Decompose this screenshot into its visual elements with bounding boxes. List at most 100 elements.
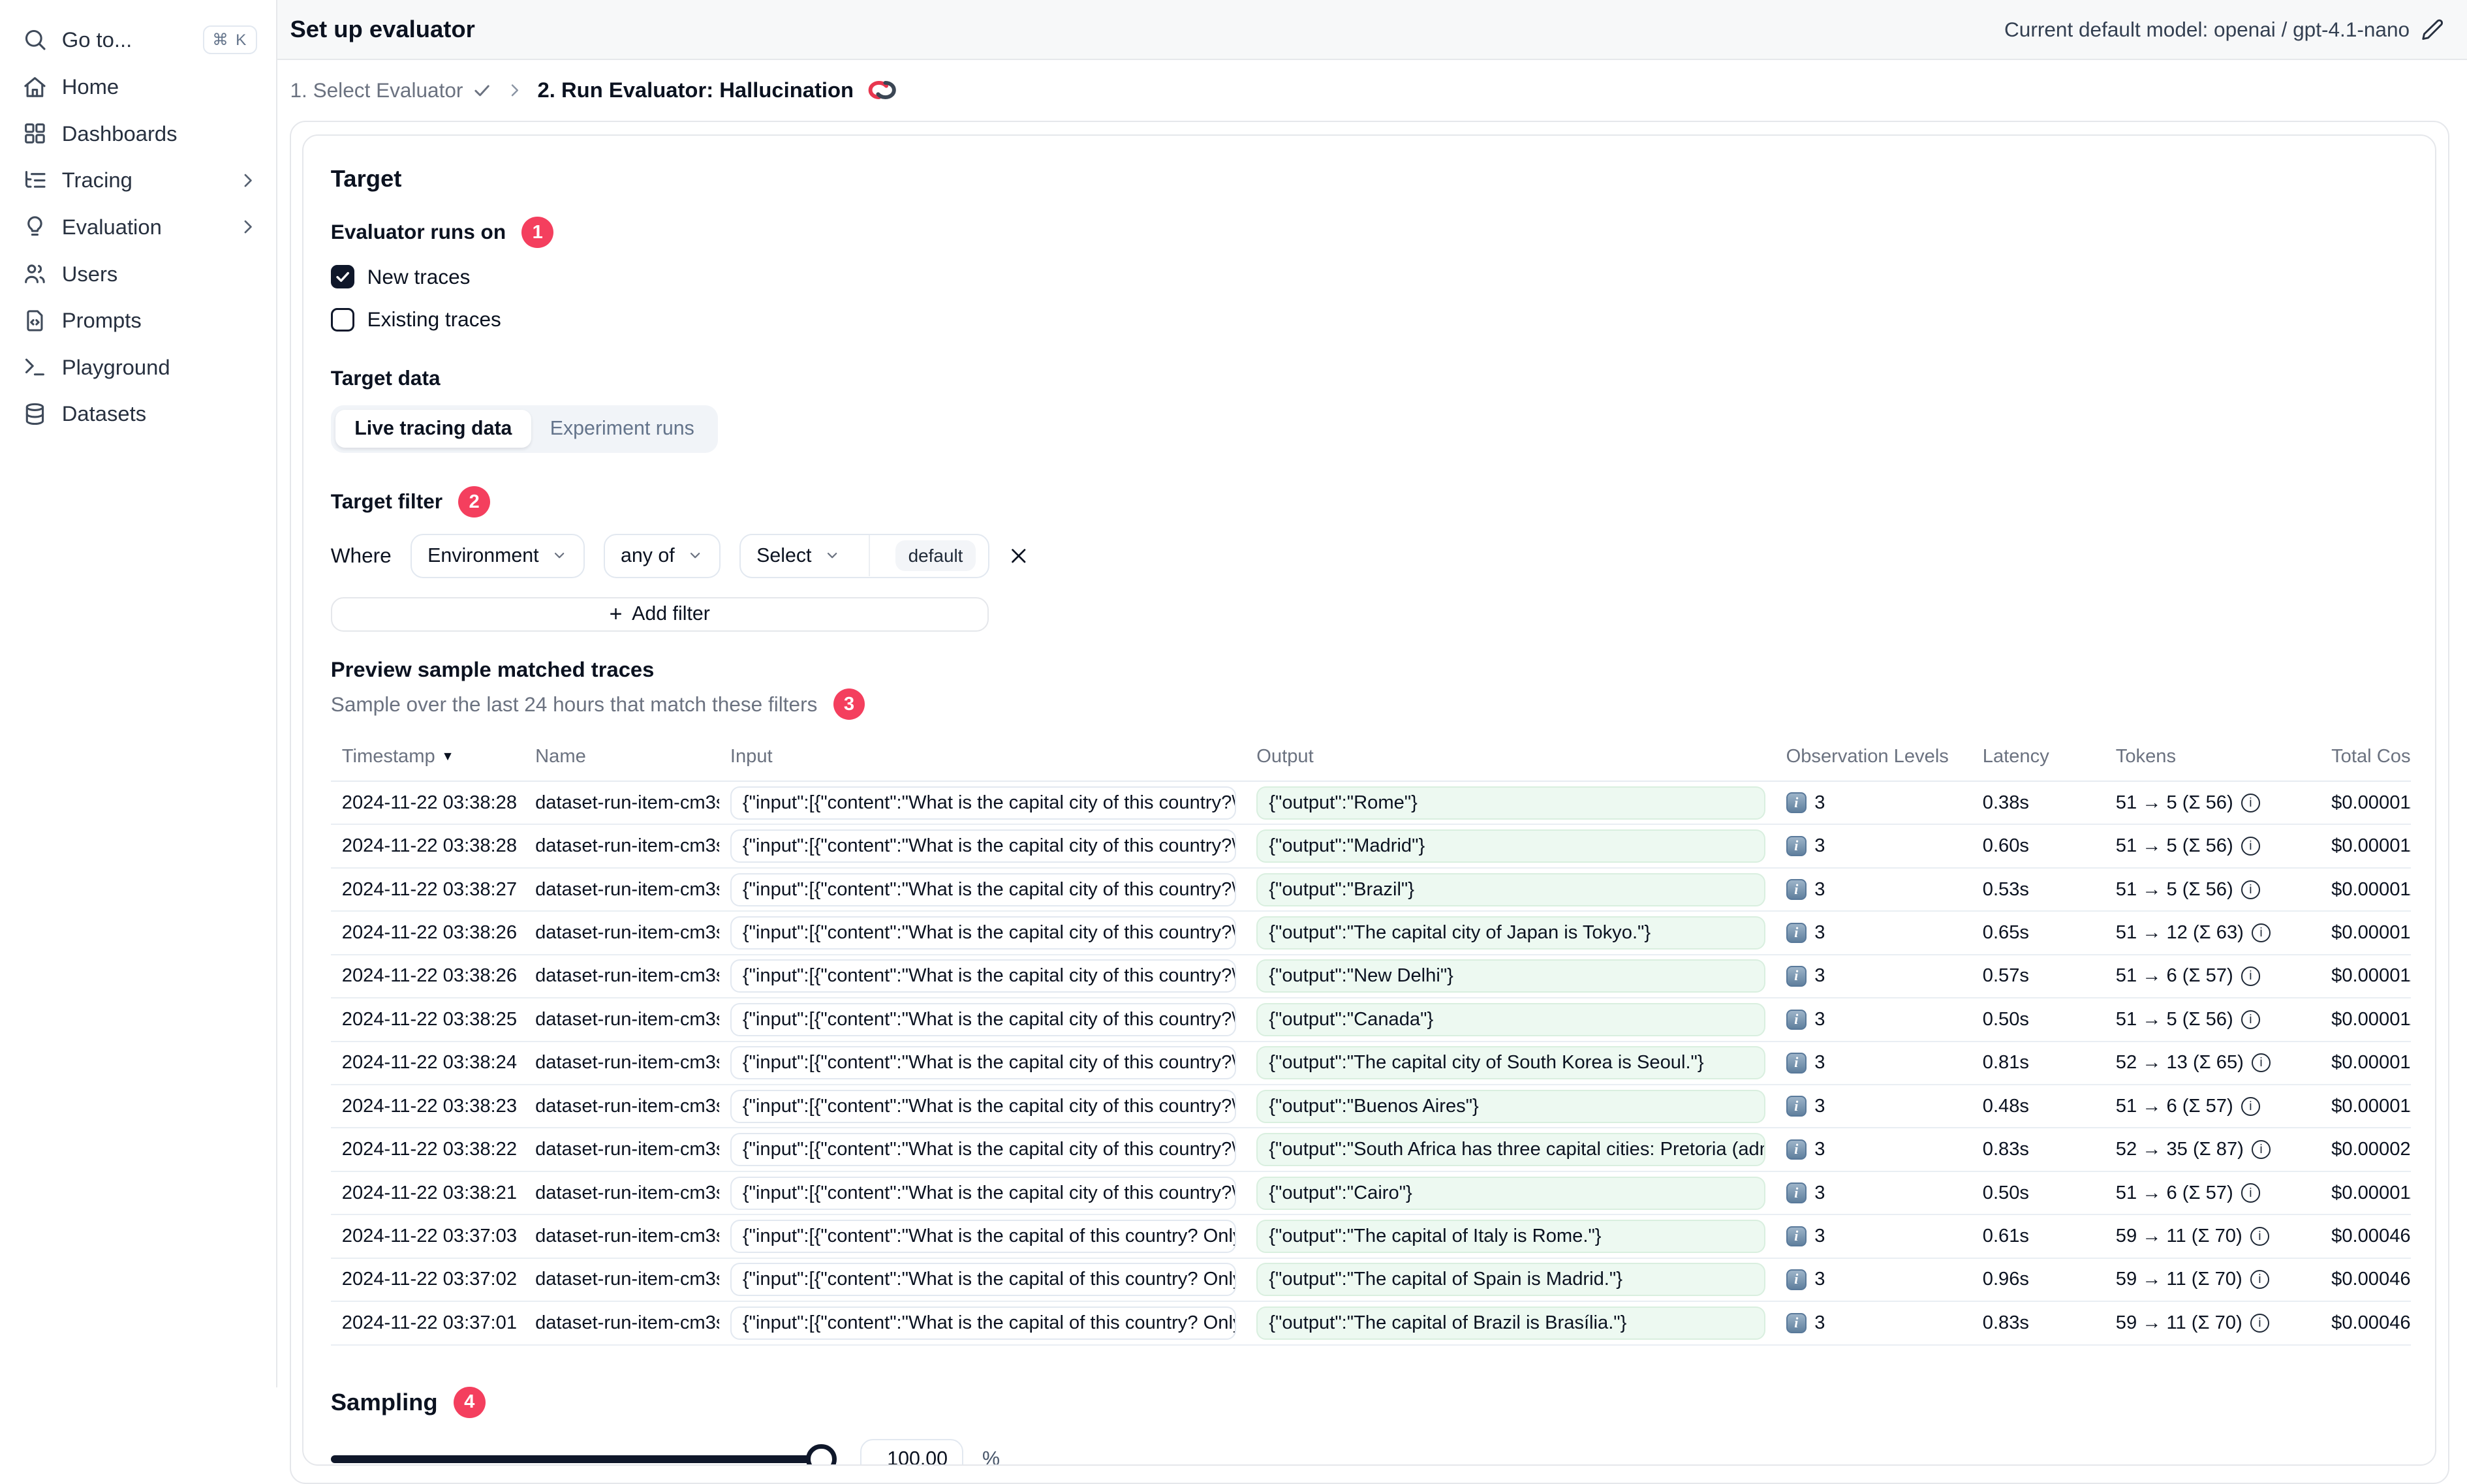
cell-timestamp: 2024-11-22 03:38:23: [341, 1095, 518, 1117]
tab-live-tracing-data[interactable]: Live tracing data: [335, 410, 531, 448]
cell-output[interactable]: {"output":"Cairo"}: [1256, 1176, 1765, 1210]
cell-total-cost: $0.000011 (: [2331, 1182, 2410, 1203]
token-info-icon[interactable]: i: [2241, 1096, 2260, 1116]
token-info-icon[interactable]: i: [2241, 793, 2260, 812]
column-header-latency[interactable]: Latency: [1972, 746, 2105, 767]
search-icon: [22, 27, 48, 52]
sidebar-item-evaluation[interactable]: Evaluation: [0, 204, 276, 251]
main-area: Set up evaluator Current default model: …: [277, 0, 2467, 1484]
cell-input[interactable]: {"input":[{"content":"What is the capita…: [730, 1089, 1236, 1123]
cell-output[interactable]: {"output":"New Delhi"}: [1256, 959, 1765, 993]
step-badge-2: 2: [458, 486, 490, 518]
sidebar-item-playground[interactable]: Playground: [0, 344, 276, 391]
cell-input[interactable]: {"input":[{"content":"What is the capita…: [730, 786, 1236, 820]
filter-operator-select[interactable]: any of: [603, 533, 721, 578]
cell-input[interactable]: {"input":[{"content":"What is the capita…: [730, 1263, 1236, 1297]
cell-output[interactable]: {"output":"The capital of Spain is Madri…: [1256, 1263, 1765, 1297]
cell-timestamp: 2024-11-22 03:37:03: [341, 1225, 518, 1246]
target-data-label: Target data: [330, 365, 441, 390]
cell-output[interactable]: {"output":"The capital city of Japan is …: [1256, 916, 1765, 950]
cell-output[interactable]: {"output":"Rome"}: [1256, 786, 1765, 820]
table-row[interactable]: 2024-11-22 03:38:28 dataset-run-item-cm3…: [330, 782, 2411, 826]
token-info-icon[interactable]: i: [2241, 880, 2260, 899]
table-row[interactable]: 2024-11-22 03:38:21 dataset-run-item-cm3…: [330, 1172, 2411, 1216]
table-row[interactable]: 2024-11-22 03:37:03 dataset-run-item-cm3…: [330, 1215, 2411, 1259]
sampling-slider[interactable]: [330, 1444, 837, 1465]
cell-input[interactable]: {"input":[{"content":"What is the capita…: [730, 1306, 1236, 1340]
table-row[interactable]: 2024-11-22 03:38:22 dataset-run-item-cm3…: [330, 1128, 2411, 1172]
cell-input[interactable]: {"input":[{"content":"What is the capita…: [730, 1219, 1236, 1253]
cell-input[interactable]: {"input":[{"content":"What is the capita…: [730, 1133, 1236, 1167]
checkbox-unchecked-icon[interactable]: [330, 307, 355, 332]
column-header-timestamp[interactable]: Timestamp ▼: [331, 746, 524, 767]
table-row[interactable]: 2024-11-22 03:38:26 dataset-run-item-cm3…: [330, 912, 2411, 955]
sidebar-item-home[interactable]: Home: [0, 63, 276, 110]
column-header-name[interactable]: Name: [524, 746, 719, 767]
cell-output[interactable]: {"output":"Madrid"}: [1256, 829, 1765, 863]
info-level-icon: i: [1786, 1226, 1807, 1247]
token-info-icon[interactable]: i: [2250, 1226, 2269, 1246]
table-row[interactable]: 2024-11-22 03:38:24 dataset-run-item-cm3…: [330, 1042, 2411, 1085]
cell-total-cost: $0.000011 (: [2331, 965, 2410, 987]
checkbox-existing-traces[interactable]: Existing traces: [330, 305, 2408, 334]
table-row[interactable]: 2024-11-22 03:38:28 dataset-run-item-cm3…: [330, 825, 2411, 869]
edit-model-icon[interactable]: [2421, 18, 2444, 41]
token-info-icon[interactable]: i: [2241, 837, 2260, 856]
tab-experiment-runs[interactable]: Experiment runs: [531, 410, 713, 448]
token-info-icon[interactable]: i: [2250, 1270, 2269, 1290]
column-header-observation-levels[interactable]: Observation Levels: [1775, 746, 1972, 767]
filter-column-select[interactable]: Environment: [410, 533, 585, 578]
sidebar-item-dashboards[interactable]: Dashboards: [0, 110, 276, 157]
cell-output[interactable]: {"output":"Brazil"}: [1256, 873, 1765, 906]
sidebar-item-tracing[interactable]: Tracing: [0, 157, 276, 204]
token-info-icon[interactable]: i: [2241, 1010, 2260, 1029]
cell-input[interactable]: {"input":[{"content":"What is the capita…: [730, 1002, 1236, 1036]
goto-search[interactable]: Go to... ⌘ K: [0, 16, 276, 63]
table-row[interactable]: 2024-11-22 03:38:23 dataset-run-item-cm3…: [330, 1085, 2411, 1129]
checkbox-checked-icon[interactable]: [330, 264, 355, 289]
cell-output[interactable]: {"output":"The capital of Brazil is Bras…: [1256, 1306, 1765, 1340]
filter-value-select[interactable]: Select default: [739, 533, 990, 578]
cell-output[interactable]: {"output":"Buenos Aires"}: [1256, 1089, 1765, 1123]
cell-input[interactable]: {"input":[{"content":"What is the capita…: [730, 916, 1236, 950]
checkbox-new-traces[interactable]: New traces: [330, 262, 2408, 291]
chevron-right-icon: [506, 82, 523, 99]
column-header-total-cost[interactable]: Total Cost: [2320, 746, 2410, 767]
token-info-icon[interactable]: i: [2250, 1313, 2269, 1333]
sidebar-item-datasets[interactable]: Datasets: [0, 391, 276, 438]
cell-input[interactable]: {"input":[{"content":"What is the capita…: [730, 1046, 1236, 1080]
table-row[interactable]: 2024-11-22 03:37:01 dataset-run-item-cm3…: [330, 1302, 2411, 1346]
table-row[interactable]: 2024-11-22 03:38:27 dataset-run-item-cm3…: [330, 869, 2411, 912]
cell-output[interactable]: {"output":"South Africa has three capita…: [1256, 1133, 1765, 1167]
sampling-value-input[interactable]: [860, 1438, 963, 1465]
add-filter-button[interactable]: + Add filter: [330, 596, 989, 632]
cell-output[interactable]: {"output":"Canada"}: [1256, 1002, 1765, 1036]
table-row[interactable]: 2024-11-22 03:38:25 dataset-run-item-cm3…: [330, 998, 2411, 1042]
cell-output[interactable]: {"output":"The capital city of South Kor…: [1256, 1046, 1765, 1080]
slider-thumb[interactable]: [806, 1444, 837, 1465]
token-info-icon[interactable]: i: [2252, 1140, 2271, 1160]
cell-tokens: 52 → 35 (Σ 87): [2115, 1139, 2244, 1160]
cell-input[interactable]: {"input":[{"content":"What is the capita…: [730, 1176, 1236, 1210]
top-header: Set up evaluator Current default model: …: [277, 0, 2467, 61]
column-header-input[interactable]: Input: [719, 746, 1245, 767]
column-header-tokens[interactable]: Tokens: [2105, 746, 2320, 767]
token-info-icon[interactable]: i: [2252, 1053, 2271, 1073]
breadcrumb-step-1[interactable]: 1. Select Evaluator: [290, 78, 491, 102]
token-info-icon[interactable]: i: [2241, 966, 2260, 986]
playground-icon: [22, 354, 48, 380]
remove-filter-icon[interactable]: [1008, 546, 1029, 566]
column-header-output[interactable]: Output: [1245, 746, 1775, 767]
cell-output[interactable]: {"output":"The capital of Italy is Rome.…: [1256, 1219, 1765, 1253]
cell-observation-levels: 3: [1814, 1139, 1825, 1160]
table-row[interactable]: 2024-11-22 03:38:26 dataset-run-item-cm3…: [330, 955, 2411, 999]
sidebar-item-users[interactable]: Users: [0, 251, 276, 298]
sidebar-item-prompts[interactable]: Prompts: [0, 297, 276, 344]
cell-input[interactable]: {"input":[{"content":"What is the capita…: [730, 873, 1236, 906]
chevron-right-icon: [238, 217, 257, 236]
table-row[interactable]: 2024-11-22 03:37:02 dataset-run-item-cm3…: [330, 1259, 2411, 1303]
token-info-icon[interactable]: i: [2252, 923, 2271, 943]
cell-input[interactable]: {"input":[{"content":"What is the capita…: [730, 959, 1236, 993]
token-info-icon[interactable]: i: [2241, 1183, 2260, 1203]
cell-input[interactable]: {"input":[{"content":"What is the capita…: [730, 829, 1236, 863]
